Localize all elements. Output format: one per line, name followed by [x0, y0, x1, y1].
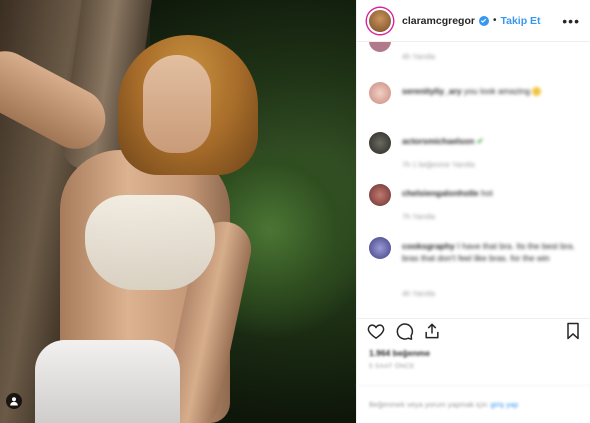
comment-body: hot: [480, 188, 493, 198]
comment-body: you look amazing: [463, 86, 531, 96]
comment-item: serenityliy_ary you look amazing: [357, 82, 590, 108]
comment-avatar[interactable]: [369, 237, 391, 259]
heart-icon[interactable]: [366, 321, 386, 341]
profile-avatar[interactable]: [367, 7, 393, 34]
comment-author[interactable]: cooksgraphy: [402, 241, 455, 251]
post-actions: [357, 318, 590, 348]
username-link[interactable]: claramcgregor: [402, 15, 475, 27]
comment-icon[interactable]: [394, 321, 414, 341]
login-link[interactable]: giriş yap: [490, 400, 518, 409]
comment-text: serenityliy_ary you look amazing: [402, 85, 582, 97]
user-tag-icon[interactable]: [6, 393, 22, 409]
comments-list[interactable]: 4h Yanıtla serenityliy_ary you look amaz…: [357, 42, 590, 312]
post-sidebar: claramcgregor • Takip Et ••• 4h Yanıtla …: [356, 0, 590, 423]
comment-item: actorsmichaelson ✔ 7h 1 beğenme Yanıtla: [357, 132, 590, 172]
comment-text: actorsmichaelson ✔: [402, 135, 582, 147]
comment-meta: 7h 1 beğenme Yanıtla: [402, 160, 475, 169]
comment-item: cooksgraphy I have that bra. Its the bes…: [357, 237, 590, 307]
comment-avatar[interactable]: [369, 184, 391, 206]
verified-badge-icon: [478, 15, 489, 26]
comment-text: chelsiengalonhstle hot: [402, 187, 582, 199]
photo-face: [143, 55, 211, 153]
comment-author[interactable]: actorsmichaelson: [402, 136, 474, 146]
comment-avatar[interactable]: [369, 132, 391, 154]
follow-button[interactable]: Takip Et: [500, 15, 540, 27]
photo-briefs: [35, 340, 180, 423]
comment-meta: 7h Yanıtla: [402, 212, 436, 221]
post-timestamp: 5 SAAT ÖNCE: [369, 363, 415, 370]
comment-author[interactable]: chelsiengalonhstle: [402, 188, 479, 198]
comment-meta: 4h Yanıtla: [402, 52, 436, 61]
login-prompt: Beğenmek veya yorum yapmak için giriş ya…: [357, 385, 590, 423]
share-icon[interactable]: [422, 321, 442, 341]
comment-item: chelsiengalonhstle hot 7h Yanıtla: [357, 184, 590, 224]
check-mark-icon: ✔: [476, 136, 484, 146]
comment-avatar[interactable]: [369, 82, 391, 104]
login-prompt-text: Beğenmek veya yorum yapmak için: [369, 400, 488, 409]
post-photo[interactable]: [0, 0, 356, 423]
likes-count[interactable]: 1.964 beğenme: [369, 348, 430, 358]
emoji-face-icon: [532, 87, 542, 97]
comment-author[interactable]: serenityliy_ary: [402, 86, 462, 96]
comment-avatar[interactable]: [369, 42, 391, 52]
more-options-icon[interactable]: •••: [562, 13, 580, 29]
post-header: claramcgregor • Takip Et •••: [357, 0, 590, 42]
comment-text: cooksgraphy I have that bra. Its the bes…: [402, 240, 582, 264]
comment-item: 4h Yanıtla: [357, 42, 590, 66]
comment-meta: 4h Yanıtla: [402, 289, 436, 298]
header-separator: •: [492, 15, 497, 26]
bookmark-icon[interactable]: [563, 321, 583, 341]
photo-bra: [85, 195, 215, 290]
